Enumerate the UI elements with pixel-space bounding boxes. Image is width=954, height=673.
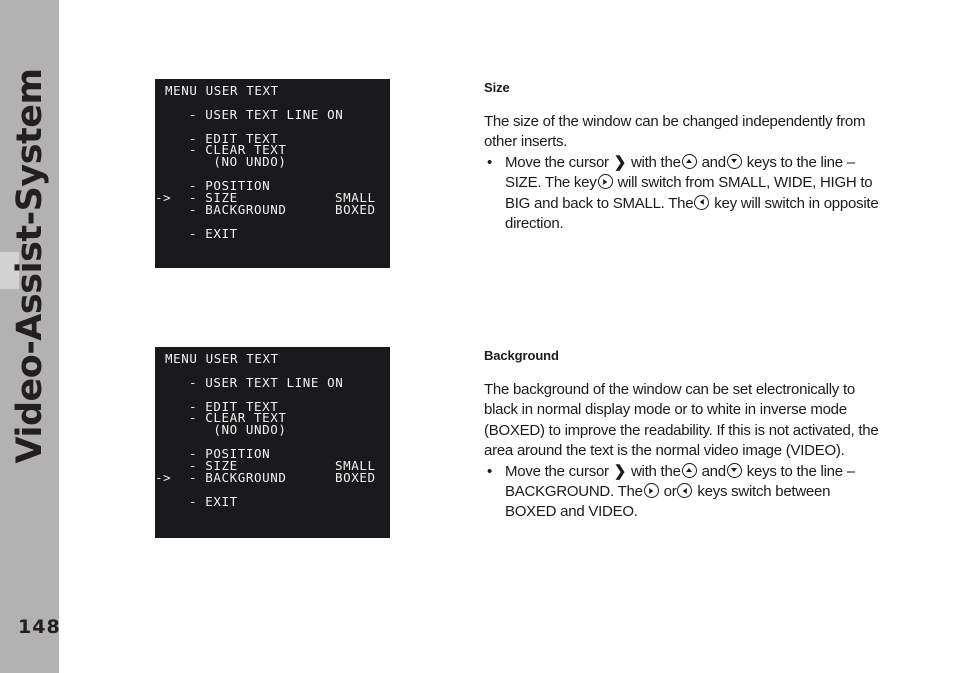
section-heading-size: Size — [484, 80, 510, 95]
right-key-icon — [643, 483, 659, 499]
section-heading-background: Background — [484, 348, 559, 363]
bullet-part-2: with the — [630, 462, 681, 480]
osd-item-label: (NO UNDO) — [189, 422, 287, 438]
osd-item-label: MENU USER TEXT — [165, 83, 279, 98]
osd-item-label: - EXIT — [189, 493, 238, 509]
section-background: Background The background of the window … — [484, 348, 884, 523]
bullet-part-5: or — [663, 483, 677, 501]
cursor-arrow-icon: ❯ — [613, 153, 627, 171]
osd-menu-line: - BACKGROUND BOXED — [155, 201, 390, 217]
osd-menu-line: - EXIT — [155, 493, 390, 509]
osd-screenshot-size-menu: MENU USER TEXT - USER TEXT LINE ON - EDIT … — [155, 79, 390, 268]
bullet-part-1: Move the cursor — [505, 153, 609, 171]
up-key-icon — [681, 462, 697, 478]
osd-menu-line: -> - BACKGROUND BOXED — [155, 469, 390, 485]
bullet-part-3: and — [701, 462, 727, 480]
sidebar: Video-Assist-System 148 — [0, 0, 61, 673]
osd-menu-lines: MENU USER TEXT - USER TEXT LINE ON - EDIT … — [155, 347, 390, 544]
osd-menu-line: (NO UNDO) — [155, 424, 390, 436]
osd-menu-line: - USER TEXT LINE ON — [155, 374, 390, 390]
sidebar-title: Video-Assist-System — [10, 68, 50, 464]
osd-menu-line: (NO UNDO) — [155, 156, 390, 168]
osd-menu-line: MENU USER TEXT — [155, 351, 390, 366]
osd-menu-line: - USER TEXT LINE ON — [155, 106, 390, 122]
bullet-item-background: • Move the cursor ❯ with the and keys to… — [484, 462, 884, 523]
section-body-size: The size of the window can be changed in… — [484, 112, 884, 234]
osd-cursor-indicator: -> — [155, 190, 172, 206]
osd-menu-lines: MENU USER TEXT - USER TEXT LINE ON - EDIT … — [155, 79, 390, 274]
osd-screenshot-background-menu: MENU USER TEXT - USER TEXT LINE ON - EDIT … — [155, 347, 390, 538]
bullet-text-background: Move the cursor ❯ with the and keys to t… — [505, 462, 884, 523]
osd-item-label: - BACKGROUND — [189, 469, 287, 485]
osd-item-label: - USER TEXT LINE ON — [189, 374, 344, 390]
osd-item-label: - EXIT — [189, 225, 238, 241]
osd-menu-line: MENU USER TEXT — [155, 83, 390, 98]
bullet-dot: • — [487, 462, 493, 480]
osd-item-label: MENU USER TEXT — [165, 351, 279, 366]
section-size: Size The size of the window can be chang… — [484, 80, 884, 234]
right-key-icon — [597, 174, 613, 190]
osd-item-label: - USER TEXT LINE ON — [189, 106, 344, 122]
down-key-icon — [726, 153, 742, 169]
bullet-item-size: • Move the cursor ❯ with the and keys to… — [484, 153, 884, 235]
left-key-icon — [677, 483, 693, 499]
section-body-background: The background of the window can be set … — [484, 380, 884, 523]
bullet-part-1: Move the cursor — [505, 462, 609, 480]
bullet-dot: • — [487, 153, 493, 171]
bullet-text-size: Move the cursor ❯ with the and keys to t… — [505, 153, 884, 235]
osd-menu-line: - EXIT — [155, 225, 390, 241]
osd-item-label: - BACKGROUND — [189, 201, 287, 217]
paragraph-background: The background of the window can be set … — [484, 381, 879, 460]
page-number: 148 — [18, 616, 61, 638]
bullet-part-2: with the — [630, 153, 681, 171]
osd-item-value: BOXED — [335, 469, 376, 485]
osd-item-label: (NO UNDO) — [189, 154, 287, 170]
osd-item-value: BOXED — [335, 201, 376, 217]
up-key-icon — [681, 153, 697, 169]
bullet-part-3: and — [701, 153, 727, 171]
osd-cursor-indicator: -> — [155, 469, 172, 485]
down-key-icon — [726, 462, 742, 478]
left-key-icon — [694, 194, 710, 210]
cursor-arrow-icon: ❯ — [613, 462, 627, 480]
paragraph-size: The size of the window can be changed in… — [484, 113, 866, 151]
